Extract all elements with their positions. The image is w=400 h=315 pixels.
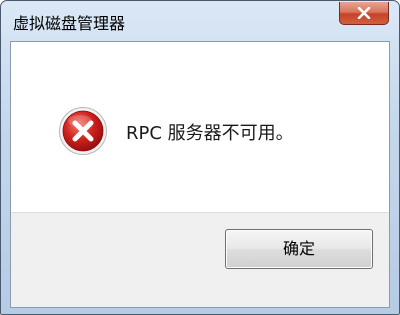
dialog-window: 虚拟磁盘管理器 RPC 服务器不可用。 确定 (0, 0, 400, 315)
close-button[interactable] (339, 2, 389, 25)
close-icon (357, 7, 371, 19)
message-area: RPC 服务器不可用。 (11, 42, 389, 213)
error-message: RPC 服务器不可用。 (126, 123, 294, 144)
title-bar[interactable]: 虚拟磁盘管理器 (1, 1, 399, 41)
window-title: 虚拟磁盘管理器 (13, 14, 126, 33)
error-icon (59, 107, 107, 155)
dialog-body: RPC 服务器不可用。 确定 (10, 41, 390, 308)
ok-button[interactable]: 确定 (225, 229, 373, 269)
